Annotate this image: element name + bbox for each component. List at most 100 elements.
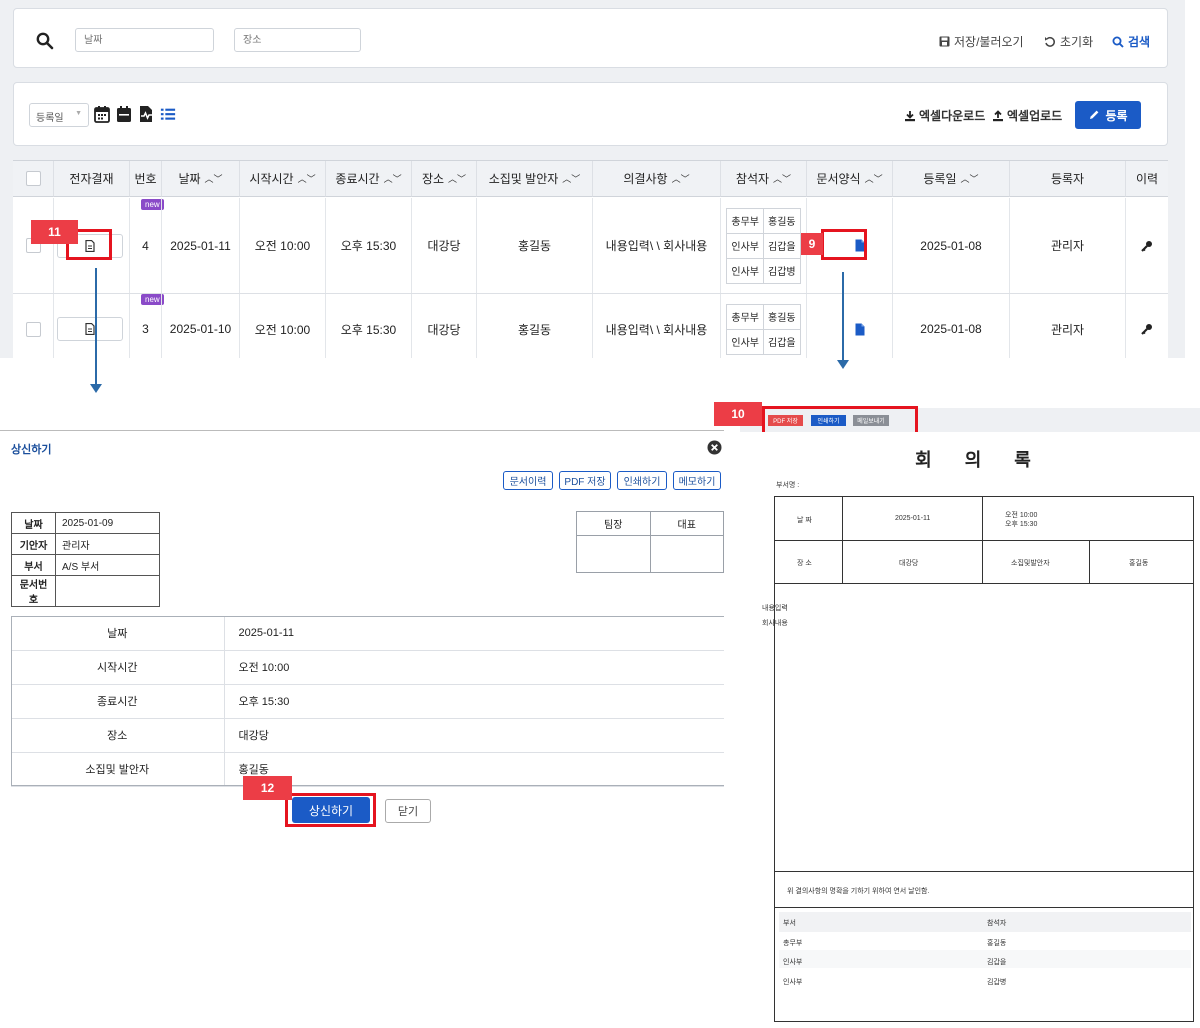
- search-panel: 저장/불러오기 초기화 검색: [13, 8, 1168, 68]
- header-reg-date[interactable]: 등록일 ︿﹀: [893, 161, 1010, 197]
- header-resolution[interactable]: 의결사항 ︿﹀: [593, 161, 721, 197]
- sort-icon: ︿﹀: [448, 174, 467, 184]
- cell-history: [1126, 294, 1168, 358]
- doc-att-dept: 인사부: [783, 979, 803, 986]
- excel-upload-label: 엑셀업로드: [1007, 109, 1063, 123]
- sort-icon: ︿﹀: [204, 174, 223, 184]
- calendar-week-icon[interactable]: [116, 105, 132, 123]
- cell-number: 4: [130, 198, 162, 293]
- doc-statement: 위 결의사항의 명확을 기하기 위하여 연서 날인함.: [787, 888, 930, 895]
- chevron-down-icon: ▼: [75, 110, 82, 117]
- calendar-month-icon[interactable]: [94, 105, 110, 123]
- sort-icon: ︿﹀: [297, 174, 316, 184]
- header-attendees[interactable]: 참석자 ︿﹀: [721, 161, 807, 197]
- sort-icon: ︿﹀: [773, 174, 792, 184]
- arrow-line: [842, 272, 844, 360]
- key-icon[interactable]: [1141, 240, 1153, 252]
- header-date[interactable]: 날짜 ︿﹀: [162, 161, 240, 197]
- excel-upload-button[interactable]: 엑셀업로드: [992, 107, 1062, 124]
- sort-icon: ︿﹀: [562, 174, 581, 184]
- excel-download-label: 엑셀다운로드: [919, 109, 986, 123]
- cell-history: [1126, 198, 1168, 293]
- doc-att-dept: 총무부: [783, 940, 803, 947]
- doc-convener-label: 소집및발안자: [1011, 560, 1050, 567]
- doc-att-header-name: 참석자: [987, 920, 1007, 927]
- save-icon: [939, 36, 950, 47]
- header-start-time[interactable]: 시작시간 ︿﹀: [240, 161, 326, 197]
- doc-form-icon[interactable]: [855, 323, 865, 336]
- doc-content-line2: 회사내용: [762, 620, 788, 627]
- cell-reg-date: 2025-01-08: [893, 198, 1010, 293]
- modal-close-button[interactable]: 닫기: [385, 799, 431, 823]
- doc-history-button[interactable]: 문서이력: [503, 471, 553, 490]
- cell-resolution: 내용입력\ \ 회사내용: [593, 294, 721, 358]
- sort-icon: ︿﹀: [960, 174, 979, 184]
- search-icon: [1112, 36, 1124, 48]
- search-button[interactable]: 검색: [1112, 33, 1150, 50]
- cell-start-time: 오전 10:00: [240, 294, 326, 358]
- date-search-input[interactable]: [75, 28, 214, 52]
- select-all-checkbox[interactable]: [25, 171, 41, 186]
- cell-doc-form: [807, 294, 893, 358]
- save-load-label: 저장/불러오기: [954, 35, 1024, 49]
- row-checkbox-cell: [13, 294, 54, 358]
- row-checkbox[interactable]: [25, 321, 41, 337]
- document-icon: [85, 323, 95, 335]
- sort-icon: ︿﹀: [864, 174, 883, 184]
- search-icon[interactable]: [36, 32, 54, 50]
- doc-att-name: 김갑병: [987, 979, 1007, 986]
- arrow-line: [95, 268, 97, 384]
- cell-date: 2025-01-11: [162, 198, 240, 293]
- header-place[interactable]: 장소 ︿﹀: [412, 161, 477, 197]
- header-history: 이력: [1126, 161, 1168, 197]
- cell-convener: 홍길동: [477, 294, 593, 358]
- date-type-select-value: 등록일: [36, 113, 64, 124]
- header-convener[interactable]: 소집및 발안자 ︿﹀: [477, 161, 593, 197]
- pencil-icon: [1090, 110, 1099, 119]
- cell-reg-date: 2025-01-08: [893, 294, 1010, 358]
- toolbar-panel: 등록일 ▼ 엑셀다운로드 엑셀업로드 등록: [13, 82, 1168, 146]
- header-doc-form[interactable]: 문서양식 ︿﹀: [807, 161, 893, 197]
- save-load-button[interactable]: 저장/불러오기: [939, 33, 1024, 50]
- doc-attendee-header: [779, 912, 1191, 932]
- e-approval-button[interactable]: [57, 317, 123, 341]
- pdf-save-button[interactable]: PDF 저장: [559, 471, 611, 490]
- detail-table-border: [11, 616, 724, 786]
- cell-resolution: 내용입력\ \ 회사내용: [593, 198, 721, 293]
- list-view-icon[interactable]: [160, 105, 176, 123]
- key-icon[interactable]: [1141, 323, 1153, 335]
- doc-place-value: 대강당: [899, 560, 919, 567]
- close-icon[interactable]: [707, 440, 722, 455]
- step-marker-11: 11: [31, 220, 78, 244]
- cell-start-time: 오전 10:00: [240, 198, 326, 293]
- header-e-approval: 전자결재: [54, 161, 130, 197]
- doc-convener-value: 홍길동: [1129, 560, 1149, 567]
- print-button[interactable]: 인쇄하기: [617, 471, 667, 490]
- header-end-time[interactable]: 종료시간 ︿﹀: [326, 161, 412, 197]
- doc-date-label: 날 짜: [797, 517, 812, 524]
- reset-label: 초기화: [1060, 35, 1094, 49]
- date-type-select[interactable]: 등록일 ▼: [29, 103, 89, 127]
- cell-end-time: 오후 15:30: [326, 198, 412, 293]
- doc-place-label: 장 소: [797, 560, 812, 567]
- upload-icon: [993, 109, 1003, 121]
- reset-button[interactable]: 초기화: [1044, 33, 1093, 50]
- cell-place: 대강당: [412, 294, 477, 358]
- doc-date-value: 2025-01-11: [895, 515, 931, 522]
- highlight-box-doc-form: [821, 229, 867, 260]
- register-label: 등록: [1105, 108, 1128, 123]
- chart-report-icon[interactable]: [138, 105, 154, 123]
- header-number: 번호: [130, 161, 162, 197]
- header-checkbox-cell: [13, 161, 54, 197]
- reset-icon: [1045, 36, 1055, 47]
- excel-download-button[interactable]: 엑셀다운로드: [904, 107, 985, 124]
- doc-time-end: 오후 15:30: [1005, 521, 1038, 528]
- register-button[interactable]: 등록: [1075, 101, 1141, 129]
- row-checkbox-cell: [13, 198, 54, 293]
- highlight-box-doc-actions: [762, 406, 918, 435]
- place-search-input[interactable]: [234, 28, 361, 52]
- doc-att-name: 김갑을: [987, 959, 1007, 966]
- step-marker-10: 10: [714, 402, 762, 426]
- memo-button[interactable]: 메모하기: [673, 471, 721, 490]
- arrow-down-icon: [837, 360, 849, 369]
